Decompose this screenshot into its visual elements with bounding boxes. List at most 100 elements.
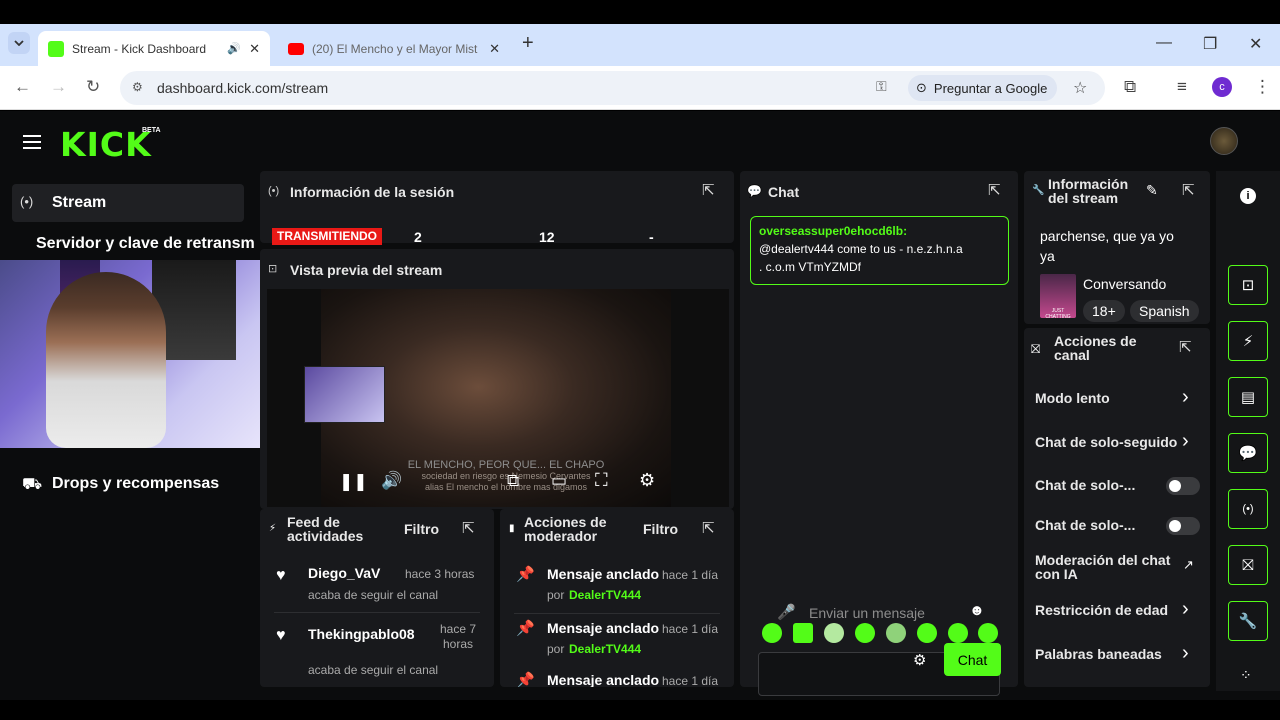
tab-search-button[interactable] <box>8 32 30 54</box>
kick-logo[interactable]: KICK <box>60 125 152 164</box>
rail-broadcast-button[interactable]: (•) <box>1228 489 1268 529</box>
divider <box>514 613 720 614</box>
broadcast-icon: (•) <box>1242 503 1254 515</box>
channel-action-ai-moderation[interactable]: Moderación del chat con IA ↗ <box>1034 553 1204 583</box>
forward-arrow-icon[interactable]: → <box>50 77 67 97</box>
tab-audio-icon[interactable]: 🔊 <box>227 42 241 55</box>
chevron-right-icon: › <box>1182 386 1189 408</box>
channel-action-banned-words[interactable]: Palabras baneadas › <box>1034 642 1204 666</box>
info-icon[interactable]: i <box>1240 188 1256 204</box>
rail-chat-button[interactable]: 💬 <box>1228 433 1268 473</box>
sidebar-item-stream[interactable]: (•) Stream <box>12 184 244 222</box>
wrench-icon: 🔧 <box>1032 185 1045 196</box>
emote-icon[interactable] <box>824 623 844 643</box>
channel-action-label: Chat de solo-seguido <box>1035 434 1177 450</box>
activity-action: acaba de seguir el canal <box>308 663 439 677</box>
hamburger-menu-icon[interactable] <box>23 135 41 149</box>
theater-icon[interactable]: ▭ <box>551 471 567 491</box>
microphone-icon[interactable]: 🎤 <box>777 603 796 621</box>
popout-icon[interactable]: ⇱ <box>462 519 475 537</box>
channel-action-slow-mode[interactable]: Modo lento › <box>1034 386 1204 410</box>
settings-gear-icon[interactable]: ⚙ <box>639 470 655 491</box>
category-name[interactable]: Conversando <box>1083 276 1166 292</box>
mod-action-user[interactable]: DealerTV444 <box>569 588 641 602</box>
panel-title: Chat <box>768 184 800 200</box>
more-apps-icon[interactable]: ⁘ <box>1240 667 1252 684</box>
channel-actions-icon: ⛝ <box>1242 556 1254 574</box>
site-info-icon[interactable]: ⚙ <box>132 80 143 94</box>
extensions-icon[interactable]: ⧉ <box>1124 77 1136 97</box>
tab-kick-dashboard[interactable]: Stream - Kick Dashboard 🔊 ✕ <box>38 31 270 66</box>
emoji-picker-icon[interactable]: ☻ <box>969 602 985 619</box>
emote-icon[interactable] <box>793 623 813 643</box>
emote-icon[interactable] <box>948 623 968 643</box>
minimize-icon[interactable]: — <box>1156 34 1172 52</box>
emote-icon[interactable] <box>978 623 998 643</box>
tag-badge: Spanish <box>1130 300 1199 322</box>
pip-webcam <box>304 366 385 423</box>
video-player[interactable]: EL MENCHO, PEOR QUE... EL CHAPO sociedad… <box>267 289 729 507</box>
rail-notes-button[interactable]: ▤ <box>1228 377 1268 417</box>
send-chat-button[interactable]: Chat <box>944 643 1001 676</box>
emote-icon[interactable] <box>855 623 875 643</box>
channel-action-emotes-only[interactable]: Chat de solo-... <box>1034 515 1204 537</box>
popout-icon[interactable]: ⇱ <box>702 181 715 199</box>
popout-icon[interactable]: ⇱ <box>1182 181 1195 199</box>
channel-action-label: Modo lento <box>1035 390 1110 406</box>
video-frame: EL MENCHO, PEOR QUE... EL CHAPO sociedad… <box>304 289 671 507</box>
back-arrow-icon[interactable]: ← <box>14 77 31 97</box>
activity-time-line: hace 7 <box>440 622 477 636</box>
media-control-icon[interactable]: ≡ <box>1177 77 1187 97</box>
miniplayer-icon[interactable]: ⧉ <box>507 471 519 491</box>
popout-icon[interactable]: ⇱ <box>702 519 715 537</box>
channel-action-label: Moderación del chat con IA <box>1035 553 1170 581</box>
rail-preview-button[interactable]: ⊡ <box>1228 265 1268 305</box>
close-icon[interactable]: ✕ <box>489 41 500 57</box>
activity-user[interactable]: Thekingpablo08 <box>308 626 415 642</box>
channel-action-age-restriction[interactable]: Restricción de edad › <box>1034 598 1204 622</box>
star-icon[interactable]: ☆ <box>1073 78 1087 98</box>
broadcast-icon: (•) <box>20 194 34 209</box>
password-key-icon[interactable]: ⚿ <box>876 78 887 95</box>
toggle-switch[interactable] <box>1166 477 1200 495</box>
window-close-icon[interactable]: ✕ <box>1249 34 1262 54</box>
chat-settings-gear-icon[interactable]: ⚙ <box>913 651 926 669</box>
channel-action-followers-only[interactable]: Chat de solo-seguido › <box>1034 430 1204 454</box>
filter-button[interactable]: Filtro <box>404 521 439 537</box>
profile-avatar[interactable]: c <box>1212 77 1232 97</box>
sidebar-item-drops[interactable]: ⛟ Drops y recompensas <box>22 474 232 496</box>
activity-time-line: horas <box>443 637 474 651</box>
emote-icon[interactable] <box>917 623 937 643</box>
menu-kebab-icon[interactable]: ⋮ <box>1254 77 1271 97</box>
user-avatar[interactable] <box>1210 127 1238 155</box>
mod-action-user[interactable]: DealerTV444 <box>569 642 641 656</box>
panel-title: Feed de actividades <box>287 515 363 543</box>
channel-action-subscribers-only[interactable]: Chat de solo-... <box>1034 475 1204 497</box>
ask-google-button[interactable]: ⊙ Preguntar a Google <box>908 75 1058 101</box>
rail-channel-actions-button[interactable]: ⛝ <box>1228 545 1268 585</box>
fullscreen-icon[interactable]: ⛶ <box>595 470 608 491</box>
emote-icon[interactable] <box>886 623 906 643</box>
stream-title-line: ya <box>1040 248 1055 264</box>
volume-icon[interactable]: 🔊 <box>381 471 402 491</box>
reload-icon[interactable]: ↻ <box>86 77 100 97</box>
chat-icon: 💬 <box>1238 445 1258 462</box>
popout-icon[interactable]: ⇱ <box>1179 338 1192 356</box>
address-bar[interactable]: ⚙ dashboard.kick.com/stream ⚿ ⊙ Pregunta… <box>120 71 1105 105</box>
panel-title-line: Acciones de <box>524 514 607 530</box>
pinned-message[interactable]: overseassuper0ehocd6lb: @dealertv444 com… <box>750 216 1009 285</box>
new-tab-button[interactable]: + <box>522 32 534 55</box>
edit-pencil-icon[interactable]: ✎ <box>1146 182 1158 199</box>
pause-icon[interactable]: ❚❚ <box>339 472 368 492</box>
toggle-switch[interactable] <box>1166 517 1200 535</box>
emote-icon[interactable] <box>762 623 782 643</box>
restore-icon[interactable]: ❐ <box>1203 34 1217 54</box>
tab-youtube[interactable]: (20) El Mencho y el Mayor Mist ✕ <box>278 31 510 66</box>
sidebar-item-server-key[interactable]: Servidor y clave de retransm <box>36 235 255 253</box>
rail-tools-button[interactable]: 🔧 <box>1228 601 1268 641</box>
activity-user[interactable]: Diego_VaV <box>308 565 380 581</box>
popout-icon[interactable]: ⇱ <box>988 181 1001 199</box>
rail-activity-button[interactable]: ⚡ <box>1228 321 1268 361</box>
filter-button[interactable]: Filtro <box>643 521 678 537</box>
close-icon[interactable]: ✕ <box>249 41 260 57</box>
